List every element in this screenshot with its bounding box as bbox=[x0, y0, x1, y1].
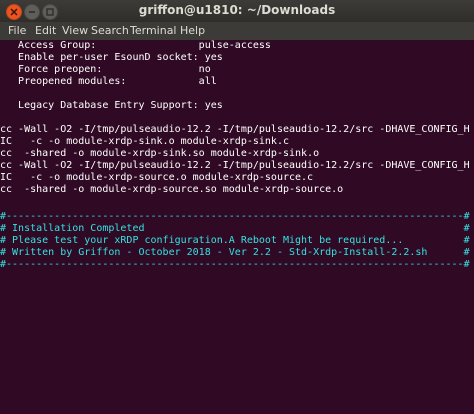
banner-border-bottom: #---------------------------------------… bbox=[0, 259, 470, 270]
terminal-line: IC -c -o module-xrdp-sink.o module-xrdp-… bbox=[0, 136, 289, 147]
terminal-line: Preopened modules: all bbox=[0, 76, 217, 87]
window-title: griffon@u1810: ~/Downloads bbox=[138, 3, 336, 17]
banner-border-top: #---------------------------------------… bbox=[0, 211, 470, 222]
menu-edit[interactable]: Edit bbox=[35, 24, 56, 37]
terminal-line: cc -shared -o module-xrdp-sink.so module… bbox=[0, 148, 320, 159]
terminal-line: Legacy Database Entry Support: yes bbox=[0, 100, 223, 111]
banner-line: # Installation Completed # bbox=[0, 223, 470, 234]
menu-file[interactable]: File bbox=[8, 24, 26, 37]
menu-search[interactable]: Search bbox=[91, 24, 129, 37]
terminal-line: cc -shared -o module-xrdp-source.so modu… bbox=[0, 184, 344, 195]
terminal-line: Enable per-user EsounD socket: yes bbox=[0, 52, 223, 63]
banner-line: # Written by Griffon - October 2018 - Ve… bbox=[0, 247, 470, 258]
terminal-line: cc -Wall -O2 -I/tmp/pulseaudio-12.2 -I/t… bbox=[0, 160, 474, 171]
terminal-window: griffon@u1810: ~/Downloads File Edit Vie… bbox=[0, 0, 474, 414]
terminal-line: cc -Wall -O2 -I/tmp/pulseaudio-12.2 -I/t… bbox=[0, 124, 474, 135]
banner-line: # Please test your xRDP configuration.A … bbox=[0, 235, 470, 246]
terminal-line: Access Group: pulse-access bbox=[0, 40, 271, 51]
menu-bar: File Edit View Search Terminal Help bbox=[0, 22, 474, 40]
terminal-line: Force preopen: no bbox=[0, 64, 211, 75]
title-bar[interactable]: griffon@u1810: ~/Downloads bbox=[0, 0, 474, 23]
terminal-line: IC -c -o module-xrdp-source.o module-xrd… bbox=[0, 172, 314, 183]
terminal-output[interactable]: Access Group: pulse-access Enable per-us… bbox=[0, 40, 474, 414]
menu-help[interactable]: Help bbox=[180, 24, 205, 37]
menu-view[interactable]: View bbox=[62, 24, 88, 37]
menu-terminal[interactable]: Terminal bbox=[130, 24, 177, 37]
